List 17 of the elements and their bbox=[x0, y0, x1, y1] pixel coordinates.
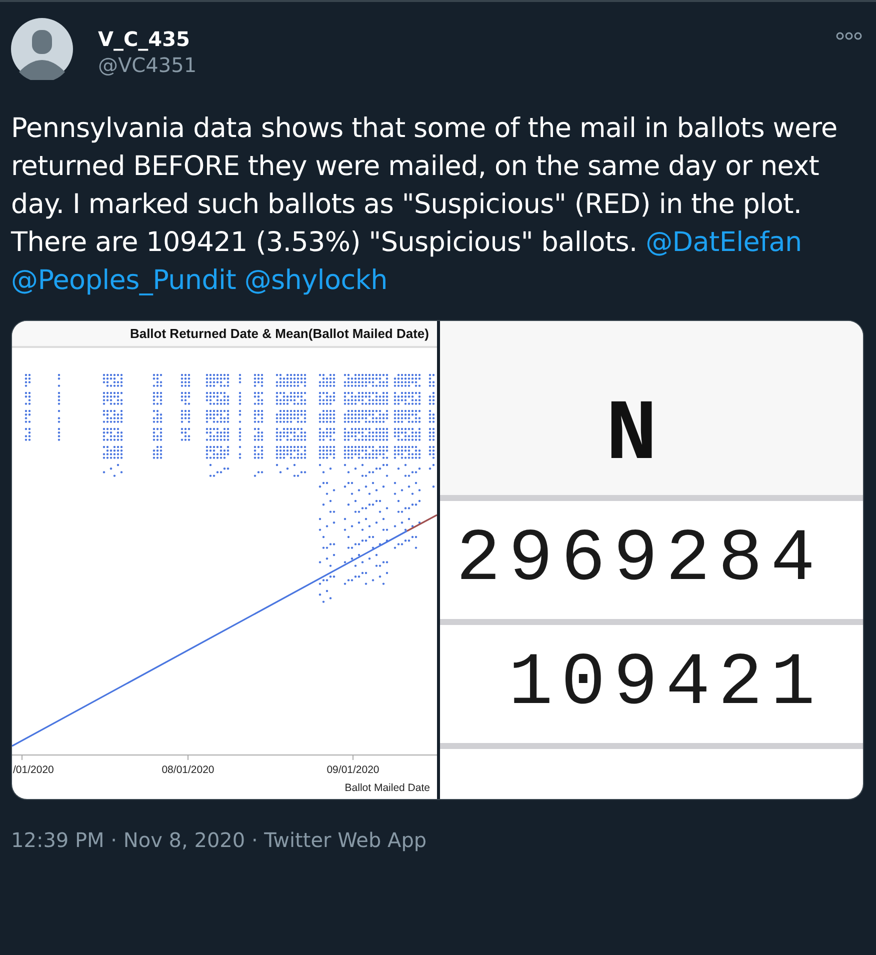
tick-label: /01/2020 bbox=[13, 764, 54, 776]
tweet-timestamp: 12:39 PM · Nov 8, 2020 · Twitter Web App bbox=[11, 828, 428, 852]
more-options-icon[interactable] bbox=[836, 32, 862, 40]
avatar-icon[interactable] bbox=[11, 18, 73, 80]
tick-label: 08/01/2020 bbox=[162, 764, 214, 776]
axis-label: Ballot Mailed Date bbox=[344, 782, 430, 794]
mention-link[interactable]: @shylockh bbox=[244, 265, 388, 296]
mention-link[interactable]: @Peoples_Pundit bbox=[11, 265, 236, 296]
author-name[interactable]: V_C_435 bbox=[98, 26, 811, 52]
tweet-text: Pennsylvania data shows that some of the mail in ballots were returned BEFORE they were mailed, on the same day or next day. I marked such ballots as "Suspicious" (RED) in the plot. There are 109421 (3.53%) "Suspicious" ballots. @DatElefan @Peoples_Pundit @shylockh bbox=[11, 112, 838, 298]
mention-link[interactable]: @DatElefan bbox=[646, 227, 802, 258]
chart-title: Ballot Returned Date & Mean(Ballot Mailed Date) bbox=[12, 321, 437, 348]
column-heading: N bbox=[606, 397, 658, 473]
tick-label: 09/01/2020 bbox=[326, 764, 380, 776]
table-cell: 109421 bbox=[508, 649, 823, 719]
table-cell: 2969284 bbox=[456, 525, 823, 595]
author-handle[interactable]: @VC4351 bbox=[98, 52, 811, 78]
